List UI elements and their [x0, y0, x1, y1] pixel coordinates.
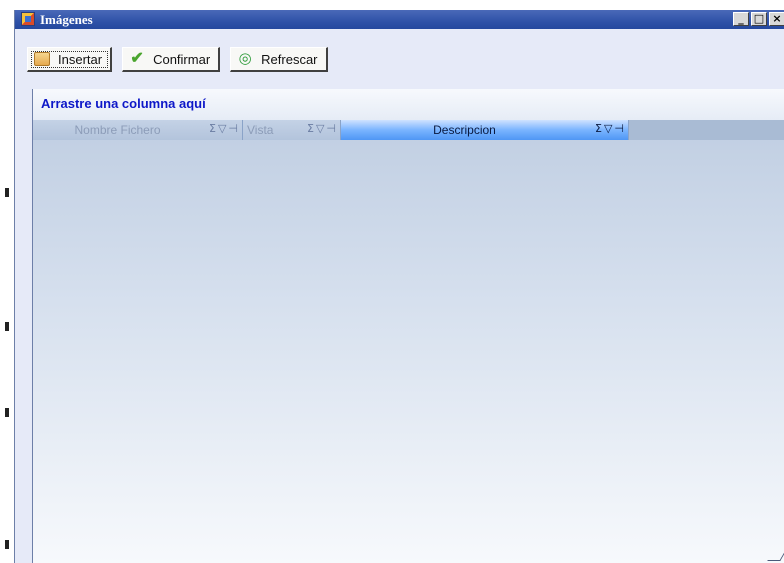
column-header-tools: Σ ▽ ⊣	[209, 122, 238, 135]
column-header-label: Nombre Fichero	[74, 123, 161, 137]
refresh-label: Refrescar	[261, 51, 318, 67]
imagenes-window: Imágenes _ □ × Insertar ✔ Confirmar ◎ Re…	[14, 10, 784, 563]
insert-button[interactable]: Insertar	[27, 47, 113, 72]
column-header-descripcion[interactable]: Descripcion Σ ▽ ⊣	[341, 120, 629, 140]
pin-icon[interactable]: ⊣	[228, 122, 238, 135]
toolbar: Insertar ✔ Confirmar ◎ Refrescar	[27, 47, 328, 72]
resize-grip-icon[interactable]	[767, 548, 784, 561]
background-window-edge	[0, 0, 14, 563]
title-bar[interactable]: Imágenes _ □ ×	[15, 10, 784, 29]
column-header-nombre-fichero[interactable]: Nombre Fichero Σ ▽ ⊣	[33, 120, 243, 140]
edge-mark	[5, 188, 9, 197]
column-header-label: Descripcion	[433, 123, 496, 137]
refresh-button[interactable]: ◎ Refrescar	[230, 47, 328, 72]
group-by-panel[interactable]: Arrastre una columna aquí	[33, 89, 784, 120]
edge-mark	[5, 408, 9, 417]
images-grid[interactable]: Arrastre una columna aquí Nombre Fichero…	[32, 89, 784, 563]
column-header-vista[interactable]: Vista Σ ▽ ⊣	[243, 120, 341, 140]
sum-icon[interactable]: Σ	[209, 122, 216, 135]
sum-icon[interactable]: Σ	[595, 122, 602, 135]
window-title: Imágenes	[40, 12, 93, 27]
column-headers: Nombre Fichero Σ ▽ ⊣ Vista Σ ▽ ⊣ Descrip…	[33, 120, 784, 140]
minimize-button[interactable]: _	[733, 12, 749, 26]
confirm-button[interactable]: ✔ Confirmar	[122, 47, 221, 72]
filter-icon[interactable]: ▽	[604, 122, 612, 135]
column-header-label: Vista	[247, 123, 274, 137]
maximize-button[interactable]: □	[751, 12, 767, 26]
insert-label: Insertar	[58, 51, 103, 67]
pin-icon[interactable]: ⊣	[614, 122, 624, 135]
window-controls: _ □ ×	[733, 12, 784, 26]
edge-mark	[5, 322, 9, 331]
sum-icon[interactable]: Σ	[307, 122, 314, 135]
refresh-icon: ◎	[238, 50, 252, 67]
checkmark-icon: ✔	[130, 50, 144, 67]
window-app-icon[interactable]	[21, 12, 35, 26]
close-button[interactable]: ×	[769, 12, 784, 26]
confirm-label: Confirmar	[153, 51, 211, 67]
column-header-tools: Σ ▽ ⊣	[307, 122, 336, 135]
group-by-prompt: Arrastre una columna aquí	[41, 96, 206, 111]
edge-mark	[5, 540, 9, 549]
filter-icon[interactable]: ▽	[316, 122, 324, 135]
insert-image-icon	[34, 52, 50, 66]
filter-icon[interactable]: ▽	[218, 122, 226, 135]
column-header-tools: Σ ▽ ⊣	[595, 122, 624, 135]
pin-icon[interactable]: ⊣	[326, 122, 336, 135]
